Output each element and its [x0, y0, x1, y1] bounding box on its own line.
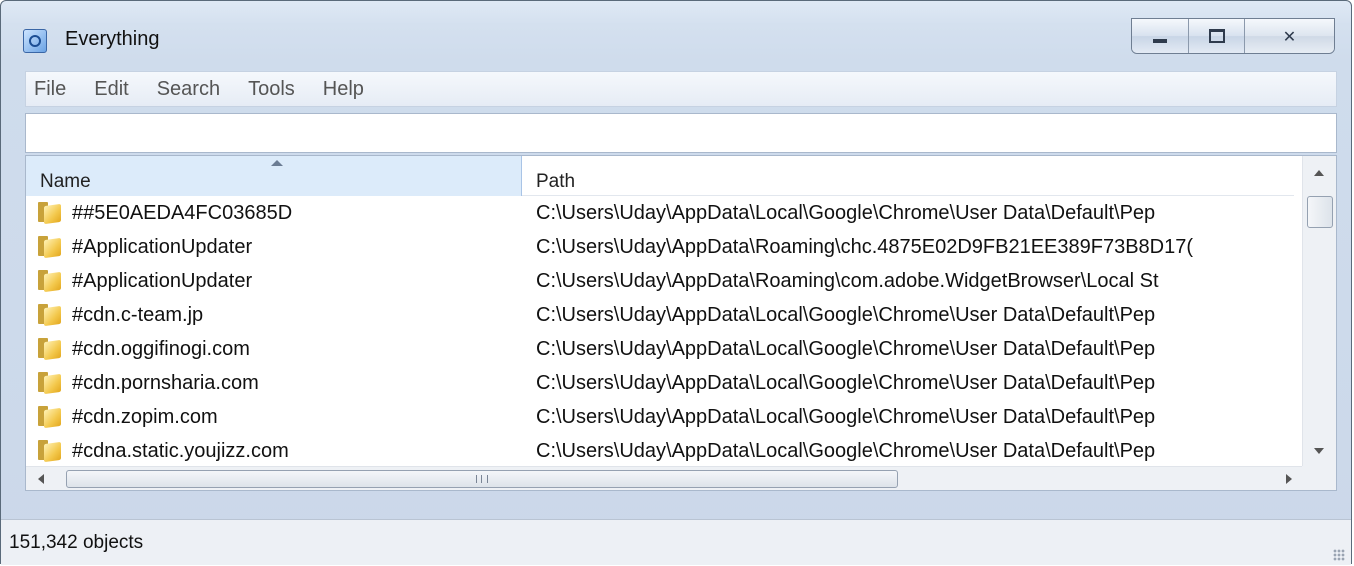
table-row[interactable]: #cdn.zopim.com C:\Users\Uday\AppData\Loc… [26, 400, 1294, 434]
file-name: #cdna.static.youjizz.com [72, 440, 289, 462]
folder-icon [38, 270, 62, 292]
menu-file[interactable]: File [34, 78, 66, 101]
minimize-button[interactable] [1132, 19, 1188, 53]
scroll-up-icon[interactable] [1314, 170, 1324, 176]
file-path: C:\Users\Uday\AppData\Local\Google\Chrom… [536, 202, 1156, 224]
status-bar: 151,342 objects [1, 519, 1351, 565]
horizontal-scroll-thumb[interactable] [66, 470, 898, 488]
file-path: C:\Users\Uday\AppData\Roaming\chc.4875E0… [536, 236, 1194, 258]
file-name: #cdn.oggifinogi.com [72, 338, 250, 360]
file-path: C:\Users\Uday\AppData\Local\Google\Chrom… [536, 338, 1156, 360]
title-bar[interactable]: Everything ✕ [1, 1, 1351, 63]
object-count: 151,342 objects [9, 532, 144, 553]
sort-ascending-icon [271, 160, 283, 166]
file-path: C:\Users\Uday\AppData\Local\Google\Chrom… [536, 304, 1156, 326]
window-title: Everything [65, 28, 160, 50]
grip-icon [476, 475, 488, 483]
table-row[interactable]: ##5E0AEDA4FC03685D C:\Users\Uday\AppData… [26, 196, 1294, 230]
scroll-right-icon[interactable] [1286, 474, 1292, 484]
table-row[interactable]: #cdn.oggifinogi.com C:\Users\Uday\AppDat… [26, 332, 1294, 366]
menu-help[interactable]: Help [323, 78, 364, 101]
menu-edit[interactable]: Edit [94, 78, 128, 101]
scroll-left-icon[interactable] [38, 474, 44, 484]
scrollbar-corner [1302, 466, 1336, 490]
folder-icon [38, 440, 62, 462]
file-name: ##5E0AEDA4FC03685D [72, 202, 293, 224]
list-header: Name Path [26, 156, 1294, 196]
table-row[interactable]: #cdn.pornsharia.com C:\Users\Uday\AppDat… [26, 366, 1294, 400]
close-icon: ✕ [1282, 26, 1297, 46]
maximize-icon [1208, 29, 1225, 43]
folder-icon [38, 406, 62, 428]
maximize-button[interactable] [1188, 19, 1244, 53]
search-input[interactable] [25, 113, 1337, 153]
file-name: #cdn.pornsharia.com [72, 372, 259, 394]
column-header-name-label: Name [40, 171, 91, 192]
column-header-path[interactable]: Path [522, 156, 1294, 196]
results-list: Name Path ##5E0AEDA4FC03685D C:\Users\Ud… [25, 155, 1337, 491]
app-window: Everything ✕ File Edit Search Tools Help… [0, 0, 1352, 565]
file-path: C:\Users\Uday\AppData\Local\Google\Chrom… [536, 440, 1156, 462]
menu-tools[interactable]: Tools [248, 78, 295, 101]
table-row[interactable]: #ApplicationUpdater C:\Users\Uday\AppDat… [26, 230, 1294, 264]
folder-icon [38, 338, 62, 360]
file-path: C:\Users\Uday\AppData\Local\Google\Chrom… [536, 372, 1156, 394]
vertical-scrollbar[interactable] [1302, 156, 1336, 468]
menu-search[interactable]: Search [157, 78, 220, 101]
file-path: C:\Users\Uday\AppData\Roaming\com.adobe.… [536, 270, 1159, 292]
file-name: #cdn.c-team.jp [72, 304, 204, 326]
table-row[interactable]: #cdn.c-team.jp C:\Users\Uday\AppData\Loc… [26, 298, 1294, 332]
column-header-name[interactable]: Name [26, 156, 522, 196]
scroll-down-icon[interactable] [1314, 448, 1324, 454]
folder-icon [38, 304, 62, 326]
resize-grip-icon[interactable] [1333, 549, 1345, 561]
table-row[interactable]: #ApplicationUpdater C:\Users\Uday\AppDat… [26, 264, 1294, 298]
folder-icon [38, 202, 62, 224]
column-header-path-label: Path [536, 171, 576, 192]
everything-app-icon[interactable] [23, 29, 47, 53]
vertical-scroll-thumb[interactable] [1307, 196, 1333, 228]
close-button[interactable]: ✕ [1244, 19, 1334, 53]
table-row[interactable]: #cdna.static.youjizz.com C:\Users\Uday\A… [26, 434, 1294, 468]
file-name: #ApplicationUpdater [72, 236, 253, 258]
file-name: #cdn.zopim.com [72, 406, 218, 428]
file-path: C:\Users\Uday\AppData\Local\Google\Chrom… [536, 406, 1156, 428]
folder-icon [38, 372, 62, 394]
file-name: #ApplicationUpdater [72, 270, 253, 292]
window-controls: ✕ [1131, 18, 1335, 54]
menu-bar: File Edit Search Tools Help [25, 71, 1337, 107]
horizontal-scrollbar[interactable] [26, 466, 1304, 490]
folder-icon [38, 236, 62, 258]
minimize-icon [1153, 39, 1167, 43]
